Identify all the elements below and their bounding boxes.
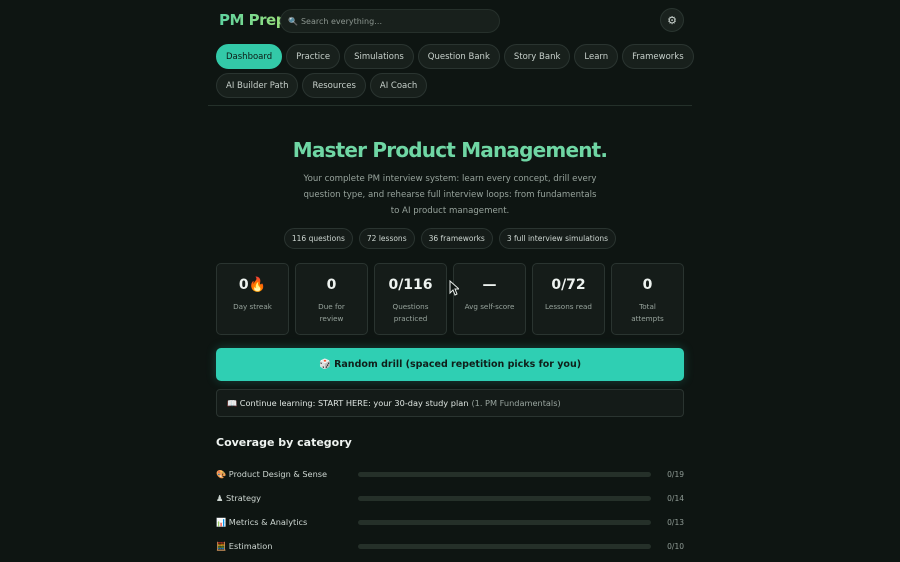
coverage-row[interactable]: 📊 Metrics & Analytics 0/13 <box>216 510 684 534</box>
continue-learning-text: 📖 Continue learning: START HERE: your 30… <box>227 397 469 408</box>
stat-value: 0 <box>326 277 337 293</box>
main-nav: Dashboard Practice Simulations Question … <box>216 44 694 102</box>
coverage-row[interactable]: 🧮 Estimation 0/10 <box>216 534 684 558</box>
continue-learning-module: (1. PM Fundamentals) <box>471 398 561 408</box>
tab-story-bank[interactable]: Story Bank <box>503 44 571 69</box>
search-box[interactable]: 🔍 <box>280 9 500 33</box>
stat-value: — <box>482 277 497 293</box>
stat-card-lessons: 0/72 Lessons read <box>532 263 605 335</box>
tab-learn[interactable]: Learn <box>574 44 619 69</box>
coverage-count: 0/19 <box>667 469 684 479</box>
mouse-cursor-icon <box>449 280 459 296</box>
summary-chips: 116 questions 72 lessons 36 frameworks 3… <box>208 228 692 249</box>
stat-value: 0🔥 <box>238 277 267 293</box>
stat-card-questions: 0/116 Questions practiced <box>374 263 447 335</box>
page-title-text: Master Product Management <box>292 138 601 162</box>
stat-label: Total attempts <box>631 302 664 323</box>
tab-simulations[interactable]: Simulations <box>344 44 414 69</box>
coverage-count: 0/13 <box>667 517 684 527</box>
tab-ai-coach[interactable]: AI Coach <box>369 73 428 98</box>
coverage-list: 🎨 Product Design & Sense 0/19 ♟ Strategy… <box>216 462 684 558</box>
chip-questions: 116 questions <box>283 228 353 249</box>
tab-question-bank[interactable]: Question Bank <box>417 44 500 69</box>
page-subtitle: Your complete PM interview system: learn… <box>303 174 597 216</box>
tab-resources[interactable]: Resources <box>302 73 366 98</box>
brand-logo[interactable]: PM Prep <box>219 11 286 29</box>
chip-simulations: 3 full interview simulations <box>498 228 617 249</box>
page-title: Master Product Management. <box>208 138 692 162</box>
coverage-progress-bar <box>358 519 651 525</box>
coverage-progress-bar <box>358 471 651 477</box>
search-icon: 🔍 <box>288 16 298 26</box>
coverage-category-name: 🧮 Estimation <box>216 540 273 551</box>
chip-frameworks: 36 frameworks <box>420 228 493 249</box>
stat-card-score: — Avg self-score <box>453 263 526 335</box>
stat-label: Questions practiced <box>392 302 429 323</box>
stat-value: 0/116 <box>388 277 433 293</box>
stat-label: Day streak <box>233 302 272 311</box>
coverage-count: 0/10 <box>667 541 684 551</box>
stat-label: Due for review <box>318 302 345 323</box>
chip-lessons: 72 lessons <box>358 228 415 249</box>
tab-practice[interactable]: Practice <box>286 44 341 69</box>
gear-icon: ⚙ <box>667 13 677 27</box>
coverage-category-name: 📊 Metrics & Analytics <box>216 516 308 527</box>
stat-value: 0 <box>642 277 653 293</box>
coverage-row[interactable]: ♟ Strategy 0/14 <box>216 486 684 510</box>
stat-label: Lessons read <box>545 302 592 311</box>
nav-row-2: AI Builder Path Resources AI Coach <box>216 73 686 98</box>
search-input[interactable] <box>300 16 491 26</box>
tab-frameworks[interactable]: Frameworks <box>622 44 694 69</box>
coverage-title: Coverage by category <box>216 436 352 449</box>
coverage-category-name: 🎨 Product Design & Sense <box>216 468 328 479</box>
page-title-dot: . <box>600 138 608 162</box>
nav-row-1: Dashboard Practice Simulations Question … <box>216 44 694 69</box>
tab-ai-builder-path[interactable]: AI Builder Path <box>216 73 299 98</box>
header-divider <box>208 105 692 106</box>
stat-card-streak: 0🔥 Day streak <box>216 263 289 335</box>
stat-card-due: 0 Due for review <box>295 263 368 335</box>
stat-value: 0/72 <box>551 277 586 293</box>
app-header: PM Prep 🔍 ⚙ <box>208 8 692 35</box>
coverage-progress-bar <box>358 495 651 501</box>
tab-dashboard[interactable]: Dashboard <box>216 44 283 69</box>
stats-row: 0🔥 Day streak 0 Due for review 0/116 Que… <box>216 263 684 335</box>
continue-learning-link[interactable]: 📖 Continue learning: START HERE: your 30… <box>216 389 684 417</box>
coverage-row[interactable]: 🎨 Product Design & Sense 0/19 <box>216 462 684 486</box>
random-drill-button[interactable]: 🎲 Random drill (spaced repetition picks … <box>216 348 684 381</box>
coverage-count: 0/14 <box>667 493 684 503</box>
coverage-progress-bar <box>358 543 651 549</box>
stat-card-attempts: 0 Total attempts <box>611 263 684 335</box>
stat-label: Avg self-score <box>464 302 515 311</box>
coverage-category-name: ♟ Strategy <box>216 493 262 503</box>
settings-button[interactable]: ⚙ <box>660 8 684 32</box>
